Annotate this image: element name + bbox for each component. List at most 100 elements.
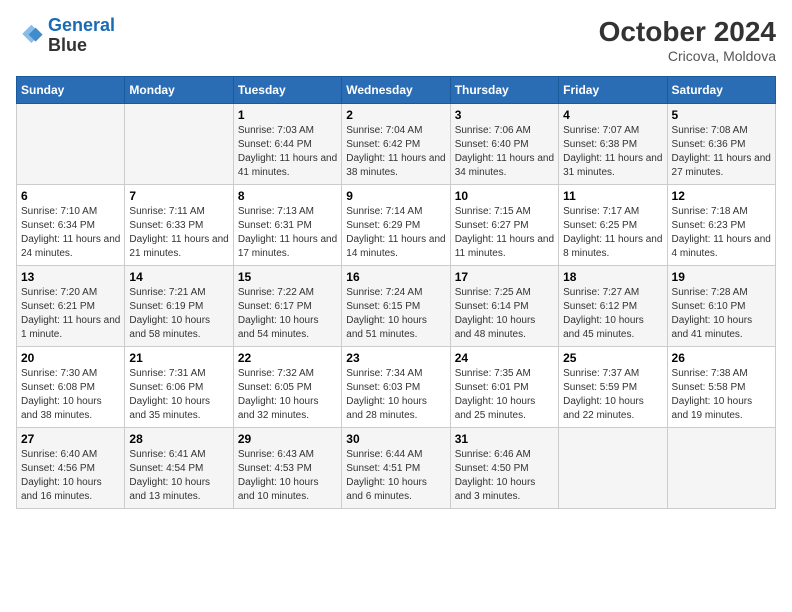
calendar-week-row: 20Sunrise: 7:30 AMSunset: 6:08 PMDayligh… (17, 347, 776, 428)
calendar-cell: 4 Sunrise: 7:07 AMSunset: 6:38 PMDaylight… (559, 104, 667, 185)
calendar-week-row: 6Sunrise: 7:10 AMSunset: 6:34 PMDaylight… (17, 185, 776, 266)
day-number: 4 (563, 108, 662, 122)
logo: General Blue (16, 16, 115, 56)
day-info: Sunrise: 7:11 AMSunset: 6:33 PMDaylight:… (129, 205, 228, 261)
calendar-cell (17, 104, 125, 185)
day-info: Sunrise: 7:03 AMSunset: 6:44 PMDaylight:… (238, 124, 337, 180)
day-info: Sunrise: 6:40 AMSunset: 4:56 PMDaylight:… (21, 448, 120, 504)
logo-text: General Blue (48, 16, 115, 56)
calendar-cell: 18 Sunrise: 7:27 AMSunset: 6:12 PMDayligh… (559, 266, 667, 347)
day-info: Sunrise: 6:41 AMSunset: 4:54 PMDaylight:… (129, 448, 228, 504)
day-number: 31 (455, 432, 554, 446)
day-info: Sunrise: 7:24 AMSunset: 6:15 PMDaylight:… (346, 286, 445, 342)
calendar-cell: 22Sunrise: 7:32 AMSunset: 6:05 PMDayligh… (233, 347, 341, 428)
dow-header: Friday (559, 77, 667, 104)
calendar-cell (125, 104, 233, 185)
day-info: Sunrise: 7:04 AMSunset: 6:42 PMDaylight:… (346, 124, 445, 180)
calendar-cell: 15Sunrise: 7:22 AMSunset: 6:17 PMDayligh… (233, 266, 341, 347)
day-info: Sunrise: 7:17 AMSunset: 6:25 PMDaylight:… (563, 205, 662, 261)
day-info: Sunrise: 7:30 AMSunset: 6:08 PMDaylight:… (21, 367, 120, 423)
day-info: Sunrise: 7:34 AMSunset: 6:03 PMDaylight:… (346, 367, 445, 423)
calendar-cell: 8Sunrise: 7:13 AMSunset: 6:31 PMDaylight… (233, 185, 341, 266)
calendar-cell: 5 Sunrise: 7:08 AMSunset: 6:36 PMDaylight… (667, 104, 775, 185)
calendar-cell: 23 Sunrise: 7:34 AMSunset: 6:03 PMDayligh… (342, 347, 450, 428)
day-number: 16 (346, 270, 445, 284)
day-info: Sunrise: 7:08 AMSunset: 6:36 PMDaylight:… (672, 124, 771, 180)
day-info: Sunrise: 7:07 AMSunset: 6:38 PMDaylight:… (563, 124, 662, 180)
dow-header: Thursday (450, 77, 558, 104)
day-number: 17 (455, 270, 554, 284)
calendar-cell: 21Sunrise: 7:31 AMSunset: 6:06 PMDayligh… (125, 347, 233, 428)
calendar-cell: 10Sunrise: 7:15 AMSunset: 6:27 PMDayligh… (450, 185, 558, 266)
calendar-cell (559, 428, 667, 509)
day-number: 1 (238, 108, 337, 122)
day-info: Sunrise: 6:46 AMSunset: 4:50 PMDaylight:… (455, 448, 554, 504)
calendar-week-row: 27 Sunrise: 6:40 AMSunset: 4:56 PMDayligh… (17, 428, 776, 509)
calendar-week-row: 13 Sunrise: 7:20 AMSunset: 6:21 PMDayligh… (17, 266, 776, 347)
calendar-cell: 17Sunrise: 7:25 AMSunset: 6:14 PMDayligh… (450, 266, 558, 347)
calendar-cell: 9 Sunrise: 7:14 AMSunset: 6:29 PMDaylight… (342, 185, 450, 266)
day-info: Sunrise: 7:27 AMSunset: 6:12 PMDaylight:… (563, 286, 662, 342)
day-number: 10 (455, 189, 554, 203)
day-number: 13 (21, 270, 120, 284)
calendar-week-row: 1 Sunrise: 7:03 AMSunset: 6:44 PMDaylight… (17, 104, 776, 185)
day-number: 24 (455, 351, 554, 365)
calendar-cell: 27 Sunrise: 6:40 AMSunset: 4:56 PMDayligh… (17, 428, 125, 509)
calendar-cell: 26Sunrise: 7:38 AMSunset: 5:58 PMDayligh… (667, 347, 775, 428)
calendar-cell: 16 Sunrise: 7:24 AMSunset: 6:15 PMDayligh… (342, 266, 450, 347)
day-info: Sunrise: 7:20 AMSunset: 6:21 PMDaylight:… (21, 286, 120, 342)
calendar-cell: 7Sunrise: 7:11 AMSunset: 6:33 PMDaylight… (125, 185, 233, 266)
day-info: Sunrise: 7:13 AMSunset: 6:31 PMDaylight:… (238, 205, 337, 261)
title-block: October 2024 Cricova, Moldova (599, 16, 776, 64)
calendar-cell: 2 Sunrise: 7:04 AMSunset: 6:42 PMDaylight… (342, 104, 450, 185)
calendar-cell: 11 Sunrise: 7:17 AMSunset: 6:25 PMDayligh… (559, 185, 667, 266)
day-number: 19 (672, 270, 771, 284)
day-number: 12 (672, 189, 771, 203)
day-number: 23 (346, 351, 445, 365)
day-info: Sunrise: 7:06 AMSunset: 6:40 PMDaylight:… (455, 124, 554, 180)
calendar-table: SundayMondayTuesdayWednesdayThursdayFrid… (16, 76, 776, 509)
calendar-cell: 19 Sunrise: 7:28 AMSunset: 6:10 PMDayligh… (667, 266, 775, 347)
day-number: 30 (346, 432, 445, 446)
logo-icon (16, 22, 44, 50)
calendar-cell: 20Sunrise: 7:30 AMSunset: 6:08 PMDayligh… (17, 347, 125, 428)
day-number: 26 (672, 351, 771, 365)
day-number: 25 (563, 351, 662, 365)
day-info: Sunrise: 7:31 AMSunset: 6:06 PMDaylight:… (129, 367, 228, 423)
day-number: 3 (455, 108, 554, 122)
day-info: Sunrise: 7:28 AMSunset: 6:10 PMDaylight:… (672, 286, 771, 342)
calendar-cell: 6Sunrise: 7:10 AMSunset: 6:34 PMDaylight… (17, 185, 125, 266)
calendar-cell (667, 428, 775, 509)
calendar-cell: 3 Sunrise: 7:06 AMSunset: 6:40 PMDaylight… (450, 104, 558, 185)
calendar-cell: 25 Sunrise: 7:37 AMSunset: 5:59 PMDayligh… (559, 347, 667, 428)
day-info: Sunrise: 7:35 AMSunset: 6:01 PMDaylight:… (455, 367, 554, 423)
location-subtitle: Cricova, Moldova (599, 48, 776, 64)
calendar-cell: 12Sunrise: 7:18 AMSunset: 6:23 PMDayligh… (667, 185, 775, 266)
month-title: October 2024 (599, 16, 776, 48)
calendar-cell: 28 Sunrise: 6:41 AMSunset: 4:54 PMDayligh… (125, 428, 233, 509)
calendar-cell: 24 Sunrise: 7:35 AMSunset: 6:01 PMDayligh… (450, 347, 558, 428)
day-number: 5 (672, 108, 771, 122)
day-info: Sunrise: 6:43 AMSunset: 4:53 PMDaylight:… (238, 448, 337, 504)
calendar-cell: 13 Sunrise: 7:20 AMSunset: 6:21 PMDayligh… (17, 266, 125, 347)
day-info: Sunrise: 7:10 AMSunset: 6:34 PMDaylight:… (21, 205, 120, 261)
dow-header: Saturday (667, 77, 775, 104)
day-info: Sunrise: 6:44 AMSunset: 4:51 PMDaylight:… (346, 448, 445, 504)
day-number: 11 (563, 189, 662, 203)
dow-header: Sunday (17, 77, 125, 104)
dow-header: Tuesday (233, 77, 341, 104)
dow-header: Wednesday (342, 77, 450, 104)
day-number: 29 (238, 432, 337, 446)
day-info: Sunrise: 7:37 AMSunset: 5:59 PMDaylight:… (563, 367, 662, 423)
day-number: 14 (129, 270, 228, 284)
day-number: 27 (21, 432, 120, 446)
day-info: Sunrise: 7:14 AMSunset: 6:29 PMDaylight:… (346, 205, 445, 261)
day-number: 28 (129, 432, 228, 446)
day-number: 22 (238, 351, 337, 365)
calendar-cell: 1 Sunrise: 7:03 AMSunset: 6:44 PMDaylight… (233, 104, 341, 185)
day-number: 9 (346, 189, 445, 203)
day-number: 18 (563, 270, 662, 284)
day-number: 2 (346, 108, 445, 122)
calendar-cell: 29 Sunrise: 6:43 AMSunset: 4:53 PMDayligh… (233, 428, 341, 509)
page-header: General Blue October 2024 Cricova, Moldo… (16, 16, 776, 64)
